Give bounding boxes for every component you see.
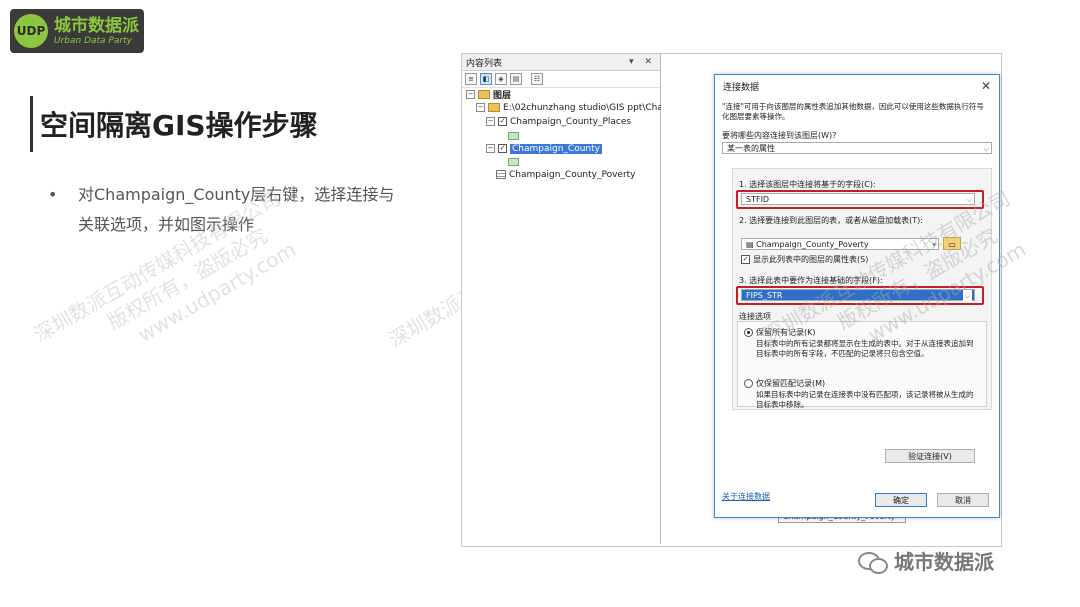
tree-layer-selected[interactable]: − ✓ Champaign_County: [486, 142, 602, 155]
layer-label: Champaign_County: [510, 143, 602, 154]
checkbox-checked-icon[interactable]: ✓: [741, 255, 750, 264]
radio-selected-icon[interactable]: [744, 328, 753, 337]
table-label: Champaign_County_Poverty: [509, 169, 636, 180]
folder-icon: [488, 103, 500, 112]
close-icon[interactable]: ✕: [981, 79, 991, 93]
show-attr-tables-label: 显示此列表中的图层的属性表(S): [753, 255, 869, 264]
wechat-icon: [858, 550, 888, 574]
bullet-text: 对Champaign_County层右键，选择连接与关联选项，并如图示操作: [78, 185, 395, 234]
cancel-button[interactable]: 取消: [937, 493, 989, 507]
table-icon: [496, 170, 506, 179]
step3-label: 3. 选择此表中要作为连接基础的字段(F):: [739, 276, 883, 285]
logo-mark-icon: UDP: [14, 14, 48, 48]
watermark-line: www.udparty.com: [133, 237, 300, 347]
collapse-icon[interactable]: −: [486, 117, 495, 126]
keep-all-desc: 目标表中的所有记录都将显示在生成的表中。对于从连接表追加到目标表中的所有字段，不…: [756, 339, 974, 358]
dialog-description: "连接"可用于向该图层的属性表追加其他数据，因此可以使用这些数据执行符号化图层要…: [722, 102, 984, 121]
dialog-title: 连接数据: [723, 82, 760, 93]
dialog-titlebar: 连接数据 ✕: [715, 75, 999, 97]
logo-subtitle: Urban Data Party: [54, 35, 132, 46]
browse-folder-button[interactable]: ▭: [943, 237, 961, 250]
arcmap-screenshot: 内容列表 ▾ ✕ ≡ ◧ ◈ ▤ ☷ − 图层 − E:\02chunzhang…: [461, 53, 1002, 547]
footer-brand: 城市数据派: [858, 546, 994, 575]
list-by-visibility-icon[interactable]: ◈: [495, 73, 507, 85]
step3-value: FIPS_STR: [746, 291, 783, 300]
folder-path-label: E:\02chunzhang studio\GIS ppt\Chap: [503, 102, 669, 113]
logo-mark-text: UDP: [16, 24, 46, 38]
collapse-icon[interactable]: −: [476, 103, 485, 112]
toc-title: 内容列表: [466, 58, 503, 69]
chevron-down-icon: ⌵: [983, 145, 989, 153]
tree-layer[interactable]: − ✓ Champaign_County_Places: [486, 115, 631, 128]
tree-root[interactable]: − 图层: [466, 88, 511, 101]
show-attr-tables-option[interactable]: ✓ 显示此列表中的图层的属性表(S): [741, 254, 868, 265]
checkbox-checked-icon[interactable]: ✓: [498, 117, 507, 126]
bullet-dot-icon: •: [48, 185, 58, 204]
slide-title: 空间隔离GIS操作步骤: [40, 109, 318, 142]
join-what-label: 要将哪些内容连接到该图层(W)?: [722, 131, 837, 140]
table-icon: ▤: [746, 240, 757, 249]
brand-logo: UDP 城市数据派 Urban Data Party: [10, 9, 144, 53]
ok-button[interactable]: 确定: [875, 493, 927, 507]
keep-matching-label[interactable]: 仅保留匹配记录(M): [756, 378, 825, 389]
table-of-contents-panel: 内容列表 ▾ ✕ ≡ ◧ ◈ ▤ ☷ − 图层 − E:\02chunzhang…: [462, 54, 669, 544]
join-options-group: 保留所有记录(K) 目标表中的所有记录都将显示在生成的表中。对于从连接表追加到目…: [737, 321, 987, 409]
collapse-icon[interactable]: −: [466, 90, 475, 99]
layer-symbol-swatch[interactable]: [508, 158, 519, 166]
layer-symbol-swatch[interactable]: [508, 132, 519, 140]
step1-value: STFID: [746, 195, 770, 204]
collapse-icon[interactable]: −: [486, 144, 495, 153]
step2-label: 2. 选择要连接到此图层的表，或者从磁盘加载表(T):: [739, 216, 923, 225]
keep-all-records-label[interactable]: 保留所有记录(K): [756, 327, 816, 338]
tree-root-label: 图层: [493, 91, 512, 101]
list-by-source-icon[interactable]: ◧: [480, 73, 492, 85]
join-settings-frame: 1. 选择该图层中连接将基于的字段(C): STFID ⌵ 2. 选择要连接到此…: [732, 168, 992, 410]
tree-folder[interactable]: − E:\02chunzhang studio\GIS ppt\Chap: [476, 101, 669, 114]
footer-brand-text: 城市数据派: [894, 550, 994, 574]
logo-title: 城市数据派: [54, 15, 139, 36]
step1-field-select[interactable]: STFID ⌵: [741, 193, 975, 205]
step3-field-select[interactable]: FIPS_STR ⌵: [741, 289, 975, 302]
layer-label: Champaign_County_Places: [510, 116, 632, 127]
about-joining-link[interactable]: 关于连接数据: [722, 491, 770, 502]
bullet-point: • 对Champaign_County层右键，选择连接与关联选项，并如图示操作: [48, 180, 408, 240]
folder-open-icon: ▭: [948, 240, 956, 249]
chevron-down-icon: ▾: [932, 241, 936, 249]
list-by-selection-icon[interactable]: ▤: [510, 73, 522, 85]
step2-table-select[interactable]: ▤ Champaign_County_Poverty ▾: [741, 238, 939, 250]
checkbox-checked-icon[interactable]: ✓: [498, 144, 507, 153]
toc-pin-close-icon[interactable]: ▾ ✕: [629, 57, 656, 67]
toc-toolbar: ≡ ◧ ◈ ▤ ☷: [462, 71, 660, 88]
title-accent-bar: [30, 96, 33, 152]
layers-icon: [478, 90, 490, 99]
join-type-select[interactable]: 某一表的属性 ⌵: [722, 142, 992, 154]
join-data-dialog: 连接数据 ✕ "连接"可用于向该图层的属性表追加其他数据，因此可以使用这些数据执…: [714, 74, 1000, 518]
toc-options-icon[interactable]: ☷: [531, 73, 543, 85]
join-type-value: 某一表的属性: [727, 144, 775, 153]
toc-header: 内容列表 ▾ ✕: [462, 54, 660, 71]
chevron-down-icon: ⌵: [962, 290, 972, 302]
step1-label: 1. 选择该图层中连接将基于的字段(C):: [739, 180, 876, 189]
validate-join-button[interactable]: 验证连接(V): [885, 449, 975, 463]
tree-table[interactable]: Champaign_County_Poverty: [496, 168, 636, 181]
list-by-drawing-order-icon[interactable]: ≡: [465, 73, 477, 85]
step2-value: Champaign_County_Poverty: [756, 240, 869, 249]
radio-unselected-icon[interactable]: [744, 379, 753, 388]
chevron-down-icon: ⌵: [966, 196, 972, 204]
keep-matching-desc: 如果目标表中的记录在连接表中没有匹配项，该记录将被从生成的目标表中移除。: [756, 390, 974, 409]
